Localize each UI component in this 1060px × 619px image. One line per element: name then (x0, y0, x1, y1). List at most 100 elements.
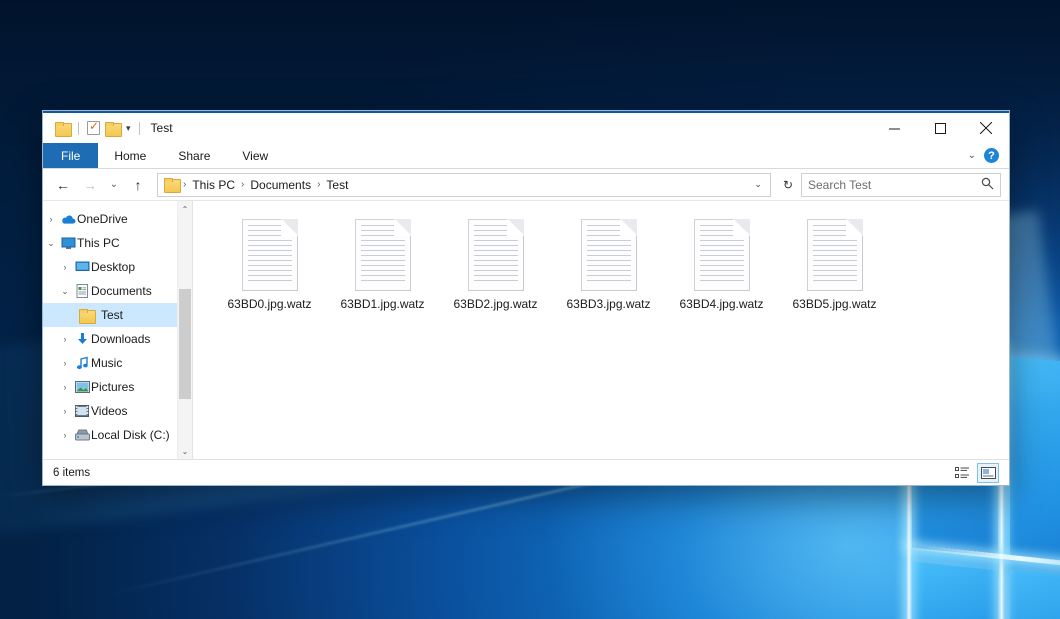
close-button[interactable] (963, 112, 1009, 144)
file-name: 63BD1.jpg.watz (340, 297, 424, 311)
help-icon[interactable]: ? (984, 148, 999, 163)
expander-icon[interactable]: › (43, 214, 59, 224)
title-bar: ▾ Test (43, 111, 1009, 143)
file-name: 63BD3.jpg.watz (566, 297, 650, 311)
folder-icon[interactable] (55, 122, 70, 135)
music-icon (73, 356, 91, 370)
breadcrumb-separator-0[interactable]: › (182, 179, 187, 190)
logo-pane-bottom-left (912, 561, 998, 619)
window-body: › OneDrive ⌄ This PC › (43, 201, 1009, 459)
sidebar-item-music[interactable]: › Music (43, 351, 192, 375)
tab-view[interactable]: View (226, 143, 284, 168)
list-item[interactable]: 63BD1.jpg.watz (326, 215, 439, 311)
sidebar-scrollbar[interactable]: ⌃ ⌄ (177, 201, 192, 459)
expander-icon[interactable]: › (57, 358, 73, 368)
sidebar-item-pictures[interactable]: › Pictures (43, 375, 192, 399)
view-toggle-group (951, 463, 999, 483)
sidebar-item-label: Test (101, 308, 123, 322)
logo-pane-top-right (1010, 356, 1060, 569)
logo-pane-bottom-right (1010, 570, 1060, 619)
folder-icon (77, 309, 95, 322)
sidebar-item-label: Desktop (91, 260, 135, 274)
sidebar-item-test[interactable]: Test (43, 303, 192, 327)
scrollbar-thumb[interactable] (179, 289, 191, 399)
tab-home[interactable]: Home (98, 143, 162, 168)
breadcrumb-separator-1[interactable]: › (240, 179, 245, 190)
search-placeholder: Search Test (808, 178, 977, 192)
list-item[interactable]: 63BD5.jpg.watz (778, 215, 891, 311)
expander-icon[interactable]: › (57, 334, 73, 344)
breadcrumb-item-documents[interactable]: Documents (247, 178, 314, 192)
up-button[interactable]: ↑ (126, 173, 150, 197)
document-fold (620, 219, 637, 236)
large-icons-view-button[interactable] (977, 463, 999, 483)
refresh-icon[interactable]: ↻ (778, 178, 798, 192)
downloads-icon (73, 332, 91, 346)
sidebar-item-desktop[interactable]: › Desktop (43, 255, 192, 279)
sidebar-item-label: Downloads (91, 332, 150, 346)
list-item[interactable]: 63BD0.jpg.watz (213, 215, 326, 311)
expander-icon[interactable]: ⌄ (57, 286, 73, 297)
toolbar-separator (78, 122, 79, 135)
breadcrumb-separator-2[interactable]: › (316, 179, 321, 190)
generic-document-icon (694, 219, 750, 291)
details-view-button[interactable] (951, 463, 973, 483)
expander-icon[interactable]: ⌄ (43, 238, 59, 249)
pictures-icon (73, 381, 91, 393)
sidebar-item-documents[interactable]: ⌄ Documents (43, 279, 192, 303)
address-dropdown-icon[interactable]: ⌄ (750, 179, 766, 190)
document-fold (281, 219, 298, 236)
sidebar-item-local-disk-c[interactable]: › Local Disk (C:) (43, 423, 192, 447)
navigation-pane: › OneDrive ⌄ This PC › (43, 201, 193, 459)
monitor-icon (59, 237, 77, 250)
breadcrumb-folder-icon (164, 178, 179, 191)
forward-button[interactable]: → (78, 173, 102, 197)
expander-icon[interactable]: › (57, 406, 73, 416)
new-folder-icon[interactable] (105, 122, 120, 135)
videos-icon (73, 405, 91, 417)
properties-icon[interactable] (87, 121, 100, 135)
file-name: 63BD4.jpg.watz (679, 297, 763, 311)
generic-document-icon (807, 219, 863, 291)
file-name: 63BD0.jpg.watz (227, 297, 311, 311)
breadcrumb-item-this-pc[interactable]: This PC (189, 178, 238, 192)
sidebar-item-label: This PC (77, 236, 120, 250)
breadcrumb-item-test[interactable]: Test (323, 178, 351, 192)
minimize-button[interactable] (871, 112, 917, 144)
file-name: 63BD5.jpg.watz (792, 297, 876, 311)
sidebar-item-label: Pictures (91, 380, 134, 394)
sidebar-item-downloads[interactable]: › Downloads (43, 327, 192, 351)
document-fold (846, 219, 863, 236)
sidebar-item-onedrive[interactable]: › OneDrive (43, 207, 192, 231)
search-icon[interactable] (981, 177, 994, 193)
sidebar-item-label: Videos (91, 404, 127, 418)
expand-ribbon-icon[interactable]: ⌄ (968, 150, 976, 161)
sidebar-item-videos[interactable]: › Videos (43, 399, 192, 423)
disk-icon (73, 429, 91, 441)
tab-file[interactable]: File (43, 143, 98, 168)
scroll-down-icon[interactable]: ⌄ (178, 443, 192, 459)
back-button[interactable]: ← (51, 173, 75, 197)
list-item[interactable]: 63BD4.jpg.watz (665, 215, 778, 311)
chevron-down-icon[interactable]: ▾ (126, 123, 131, 134)
search-input[interactable]: Search Test (801, 173, 1001, 197)
file-name: 63BD2.jpg.watz (453, 297, 537, 311)
list-item[interactable]: 63BD3.jpg.watz (552, 215, 665, 311)
tab-share[interactable]: Share (162, 143, 226, 168)
generic-document-icon (581, 219, 637, 291)
expander-icon[interactable]: › (57, 262, 73, 272)
breadcrumb-bar[interactable]: › This PC › Documents › Test ⌄ (157, 173, 771, 197)
quick-access-toolbar: ▾ (43, 121, 143, 135)
cloud-icon (59, 214, 77, 225)
expander-icon[interactable]: › (57, 382, 73, 392)
expander-icon[interactable]: › (57, 430, 73, 440)
address-bar: ← → ⌄ ↑ › This PC › Documents › Test ⌄ ↻… (43, 169, 1009, 201)
recent-locations-button[interactable]: ⌄ (105, 173, 123, 197)
scroll-up-icon[interactable]: ⌃ (178, 201, 192, 217)
item-count-text: 6 items (53, 467, 90, 479)
document-fold (507, 219, 524, 236)
maximize-button[interactable] (917, 112, 963, 144)
list-item[interactable]: 63BD2.jpg.watz (439, 215, 552, 311)
desktop-background: ▾ Test File Home Share View (0, 0, 1060, 619)
sidebar-item-this-pc[interactable]: ⌄ This PC (43, 231, 192, 255)
